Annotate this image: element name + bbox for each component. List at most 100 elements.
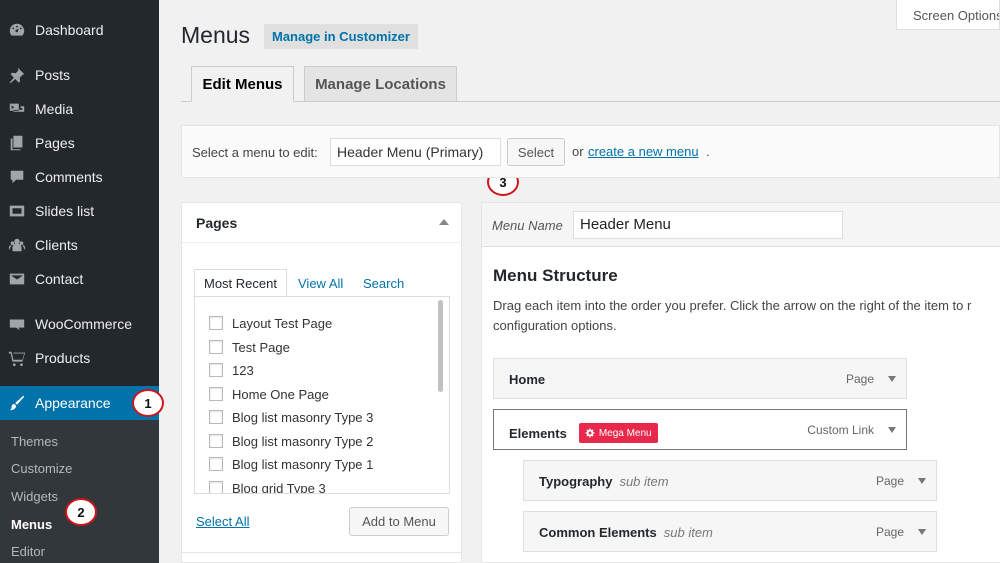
expand-arrow-icon[interactable] xyxy=(888,427,896,433)
list-item[interactable]: Home One Page xyxy=(209,385,329,403)
select-button[interactable]: Select xyxy=(507,138,565,166)
expand-arrow-icon[interactable] xyxy=(888,376,896,382)
paintbrush-icon xyxy=(7,393,27,413)
menu-structure-title: Menu Structure xyxy=(493,266,618,285)
menu-item-label: Common Elements xyxy=(539,525,657,540)
sidebar-item-clients[interactable]: Clients xyxy=(0,228,159,262)
checkbox[interactable] xyxy=(209,457,223,471)
menu-item-home[interactable]: Home Page xyxy=(493,358,907,399)
sidebar-item-dashboard[interactable]: Dashboard xyxy=(0,13,159,47)
sidebar-item-pages[interactable]: Pages xyxy=(0,126,159,160)
sidebar-item-label: Comments xyxy=(35,169,103,185)
menu-name-label: Menu Name xyxy=(492,218,563,233)
clients-icon xyxy=(7,235,27,255)
sidebar-item-label: Dashboard xyxy=(35,22,104,38)
checkbox[interactable] xyxy=(209,340,223,354)
menu-item-label: Elements xyxy=(509,425,567,441)
submenu-menus[interactable]: Menus xyxy=(11,517,52,532)
pages-panel: Pages Most Recent View All Search Layout… xyxy=(181,202,462,563)
sidebar-item-woocommerce[interactable]: WooCommerce xyxy=(0,307,159,341)
panel-divider xyxy=(182,552,461,553)
checkbox[interactable] xyxy=(209,363,223,377)
menu-item-title: Elements Mega Menu xyxy=(509,423,658,443)
page-label: Blog list masonry Type 1 xyxy=(232,456,374,472)
sidebar-item-label: Clients xyxy=(35,237,78,253)
list-item[interactable]: Blog list masonry Type 1 xyxy=(209,455,373,473)
select-menu-label: Select a menu to edit: xyxy=(192,145,318,160)
pages-panel-header[interactable]: Pages xyxy=(182,203,461,243)
mega-menu-label: Mega Menu xyxy=(598,427,652,439)
pin-icon xyxy=(7,65,27,85)
add-to-menu-button[interactable]: Add to Menu xyxy=(349,507,449,536)
sidebar-item-media[interactable]: Media xyxy=(0,92,159,126)
dashboard-icon xyxy=(7,20,27,40)
sidebar-item-label: Products xyxy=(35,350,91,366)
submenu-widgets[interactable]: Widgets xyxy=(11,489,58,504)
menu-item-title: Common Elements sub item xyxy=(539,525,713,540)
gear-icon xyxy=(585,428,595,438)
checkbox[interactable] xyxy=(209,387,223,401)
sidebar-item-slides-list[interactable]: Slides list xyxy=(0,194,159,228)
page-label: Blog list masonry Type 3 xyxy=(232,409,374,425)
select-all-link[interactable]: Select All xyxy=(196,514,249,529)
checkbox[interactable] xyxy=(209,481,223,493)
menu-item-elements[interactable]: Elements Mega Menu Custom Link xyxy=(493,409,907,450)
list-item[interactable]: Blog list masonry Type 2 xyxy=(209,432,373,450)
collapse-arrow-icon[interactable] xyxy=(439,219,449,225)
expand-arrow-icon[interactable] xyxy=(918,529,926,535)
list-item[interactable]: Layout Test Page xyxy=(209,314,332,332)
submenu-customize[interactable]: Customize xyxy=(11,461,72,476)
page-label: Blog list masonry Type 2 xyxy=(232,433,374,449)
list-item[interactable]: Test Page xyxy=(209,338,290,356)
sidebar-item-label: Slides list xyxy=(35,203,95,219)
scrollbar[interactable] xyxy=(438,300,443,392)
menu-name-bar: Menu Name Header Menu xyxy=(482,203,1000,247)
pages-tabs: Most Recent View All Search xyxy=(194,269,450,297)
menu-structure-panel: Menu Name Header Menu Menu Structure Dra… xyxy=(481,202,1000,563)
screen-options-button[interactable]: Screen Options xyxy=(896,0,1000,30)
submenu-editor[interactable]: Editor xyxy=(11,544,45,559)
list-item[interactable]: Blog list masonry Type 3 xyxy=(209,408,373,426)
sidebar-item-comments[interactable]: Comments xyxy=(0,160,159,194)
menu-item-title: Home xyxy=(509,372,545,387)
sidebar-item-products[interactable]: Products xyxy=(0,341,159,375)
page-label: Blog grid Type 3 xyxy=(232,480,326,494)
tab-view-all[interactable]: View All xyxy=(298,276,343,291)
tab-manage-locations[interactable]: Manage Locations xyxy=(304,66,457,102)
woocommerce-icon xyxy=(7,314,27,334)
page-label: Test Page xyxy=(232,339,290,355)
sidebar-item-label: WooCommerce xyxy=(35,316,132,332)
sub-item-label: sub item xyxy=(619,474,669,489)
sidebar-item-label: Appearance xyxy=(35,395,111,411)
sidebar-item-posts[interactable]: Posts xyxy=(0,58,159,92)
media-icon xyxy=(7,99,27,119)
list-item[interactable]: 123 xyxy=(209,361,254,379)
admin-sidebar: Dashboard Posts Media Pages Comments Sli… xyxy=(0,0,159,563)
menu-item-type: Page xyxy=(875,474,904,488)
checkbox[interactable] xyxy=(209,316,223,330)
tab-search[interactable]: Search xyxy=(363,276,404,291)
menu-item-common-elements[interactable]: Common Elements sub item Page xyxy=(523,511,937,552)
manage-in-customizer-button[interactable]: Manage in Customizer xyxy=(264,24,418,49)
checkbox[interactable] xyxy=(209,410,223,424)
slides-icon xyxy=(7,201,27,221)
menu-structure-description: Drag each item into the order you prefer… xyxy=(493,298,972,333)
tab-edit-menus[interactable]: Edit Menus xyxy=(191,66,294,102)
pages-checklist: Layout Test Page Test Page 123 Home One … xyxy=(194,296,450,494)
create-new-menu-link[interactable]: create a new menu xyxy=(588,144,699,159)
create-new-menu-label: create a new menu xyxy=(588,144,699,159)
sidebar-item-contact[interactable]: Contact xyxy=(0,262,159,296)
checkbox[interactable] xyxy=(209,434,223,448)
list-item[interactable]: Blog grid Type 3 xyxy=(209,479,326,494)
expand-arrow-icon[interactable] xyxy=(918,478,926,484)
menu-name-input[interactable]: Header Menu xyxy=(573,211,843,239)
menu-item-type: Custom Link xyxy=(807,423,874,437)
tab-most-recent[interactable]: Most Recent xyxy=(194,269,287,297)
menu-item-typography[interactable]: Typography sub item Page xyxy=(523,460,937,501)
mega-menu-badge[interactable]: Mega Menu xyxy=(578,423,658,443)
sidebar-item-label: Contact xyxy=(35,271,84,287)
submenu-themes[interactable]: Themes xyxy=(11,434,58,449)
menu-select-dropdown[interactable]: Header Menu (Primary) xyxy=(330,138,501,166)
page-title: Menus xyxy=(181,22,251,48)
page-label: Layout Test Page xyxy=(232,315,333,331)
